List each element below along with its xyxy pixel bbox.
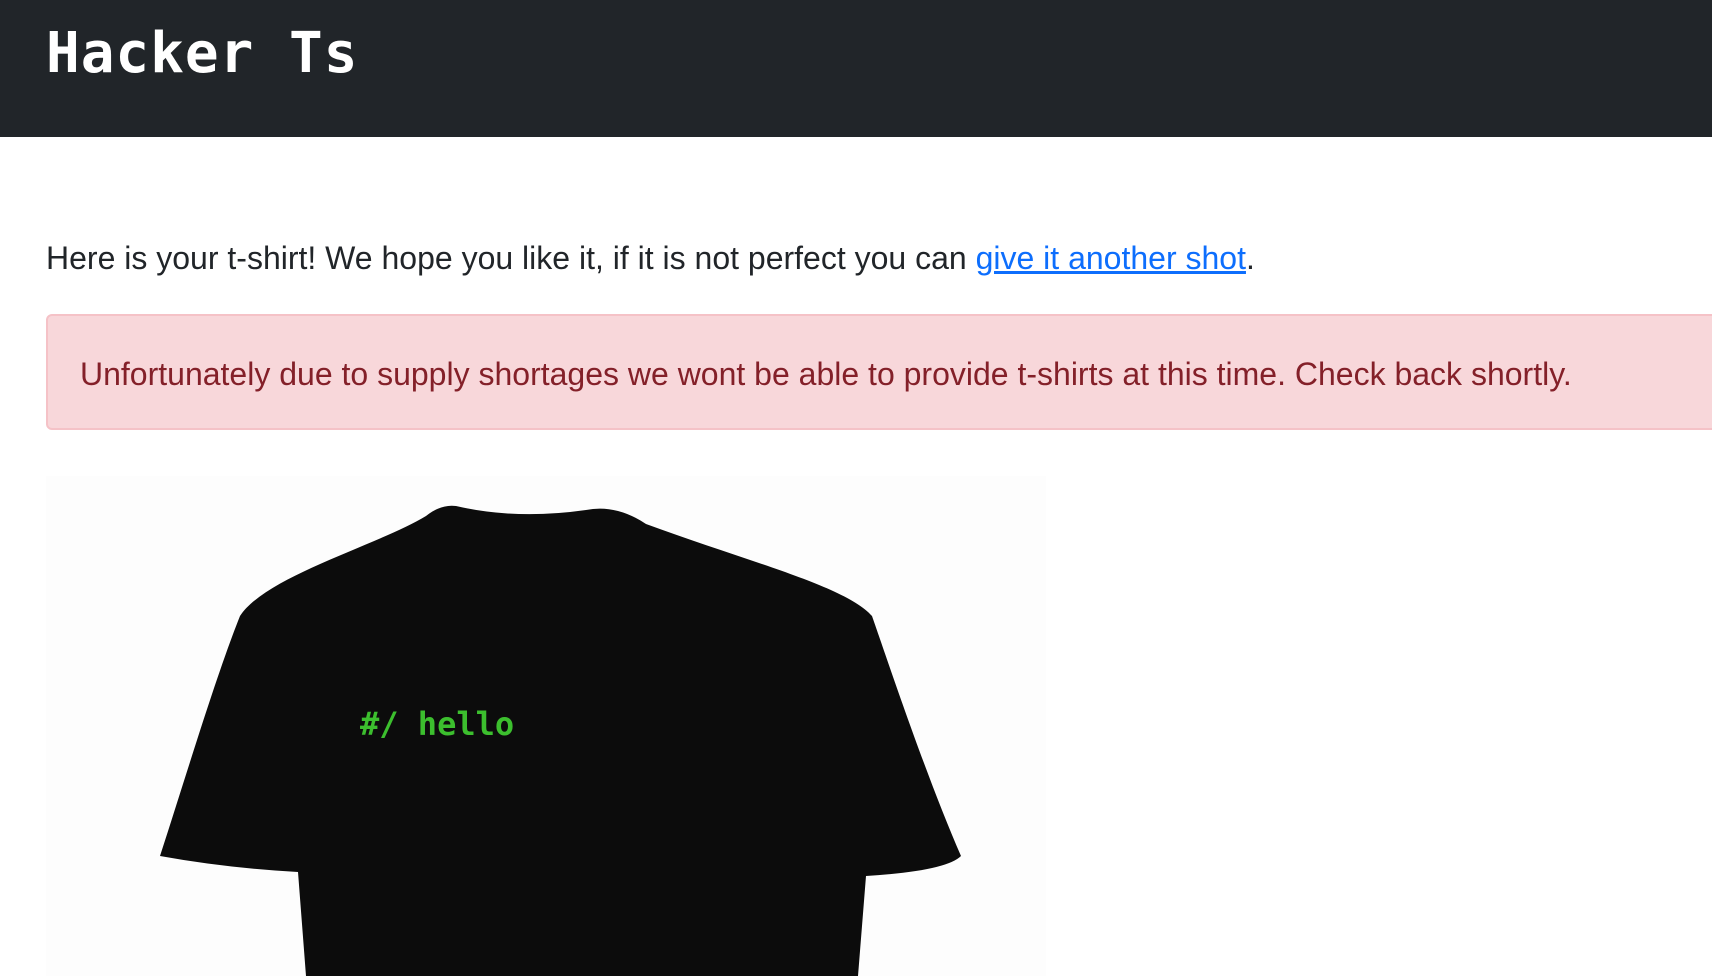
brand-logo-link[interactable]: Hacker Ts xyxy=(46,20,358,88)
navbar: Hacker Ts xyxy=(0,0,1712,137)
intro-period: . xyxy=(1245,240,1255,276)
alert-message: Unfortunately due to supply shortages we… xyxy=(80,356,1572,392)
intro-text: Here is your t-shirt! We hope you like i… xyxy=(46,240,976,276)
give-another-shot-link[interactable]: give it another shot xyxy=(976,240,1246,276)
tshirt-body xyxy=(160,505,961,976)
intro-paragraph: Here is your t-shirt! We hope you like i… xyxy=(46,238,1255,278)
tshirt-preview-image: #/ hello xyxy=(46,476,1046,976)
supply-shortage-alert: Unfortunately due to supply shortages we… xyxy=(46,314,1712,430)
tshirt-graphic xyxy=(160,505,961,976)
tshirt-print-text: #/ hello xyxy=(360,705,515,743)
